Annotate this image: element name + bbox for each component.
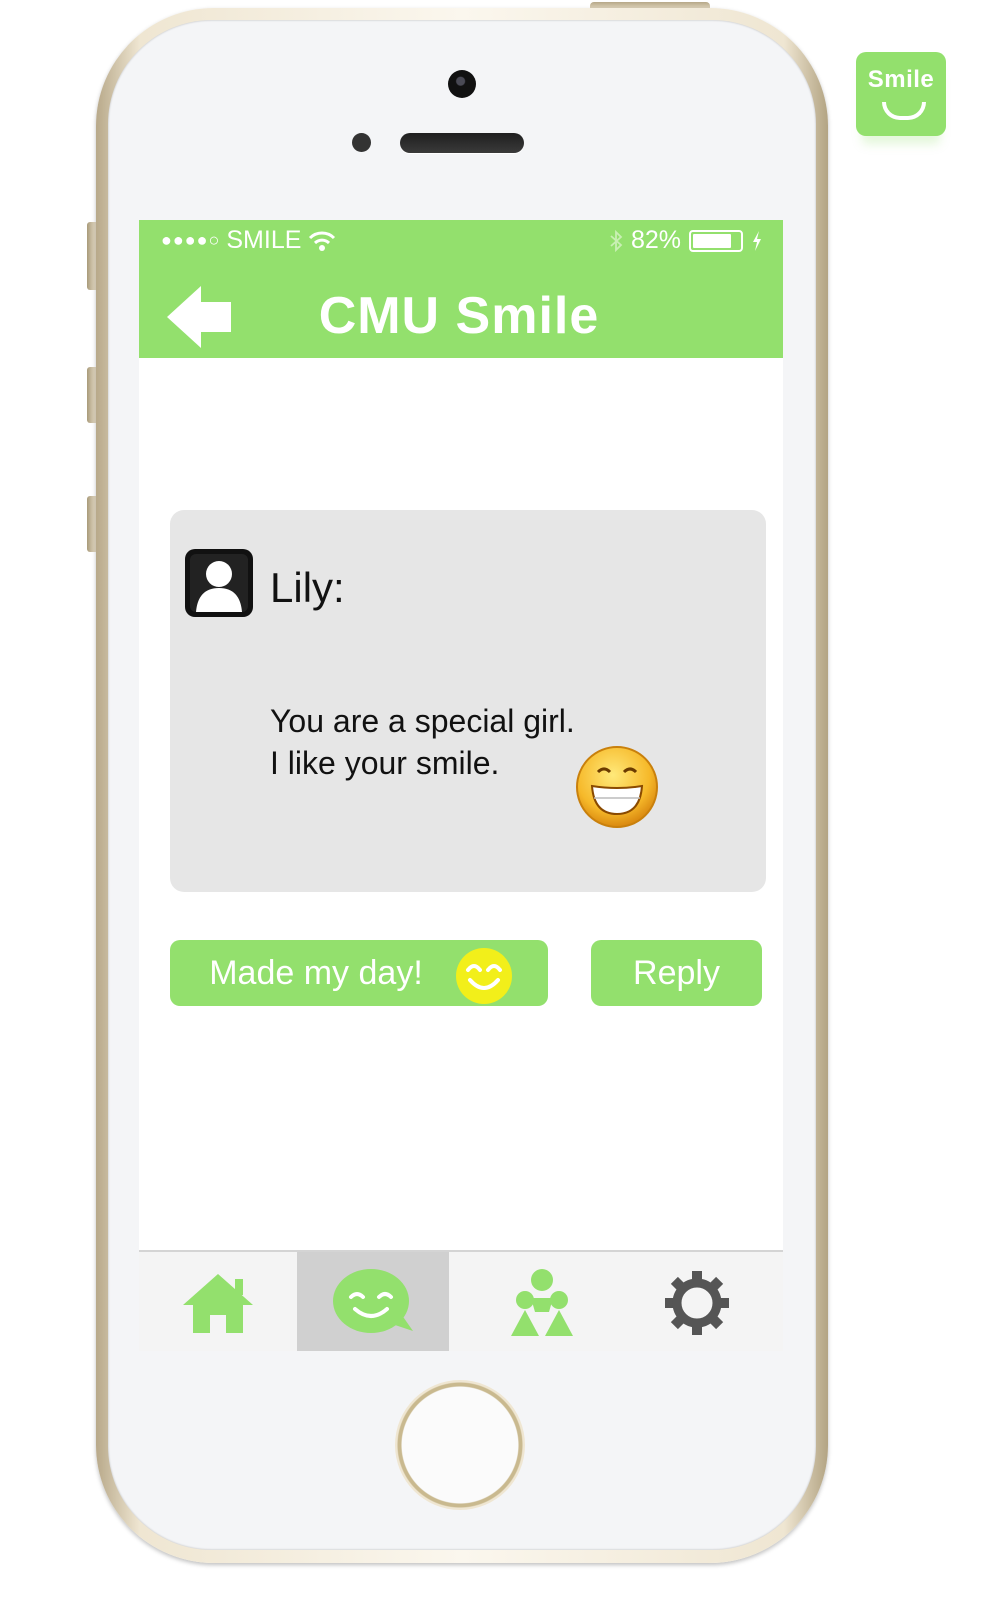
status-right: 82% xyxy=(609,226,763,255)
made-my-day-label: Made my day! xyxy=(209,953,423,992)
message-line-2: I like your smile. xyxy=(270,745,500,781)
smiley-icon xyxy=(456,948,512,1004)
home-button[interactable] xyxy=(395,1380,525,1510)
tab-bar xyxy=(139,1250,783,1351)
reply-button[interactable]: Reply xyxy=(591,940,762,1006)
tab-messages[interactable] xyxy=(297,1252,449,1351)
earpiece-speaker xyxy=(400,133,524,153)
settings-gear-icon xyxy=(665,1270,729,1335)
sender-name: Lily: xyxy=(270,564,345,611)
grinning-face-icon xyxy=(576,746,658,828)
message-card: Lily: You are a special girl. I like you… xyxy=(170,510,766,892)
charging-bolt-icon xyxy=(753,230,761,251)
badge-label: Smile xyxy=(867,66,935,93)
tab-settings[interactable] xyxy=(627,1252,767,1351)
mute-switch xyxy=(87,222,96,290)
volume-up-button xyxy=(87,367,96,423)
front-camera xyxy=(448,70,476,98)
message-line-1: You are a special girl. xyxy=(270,703,575,739)
avatar xyxy=(185,549,253,617)
wifi-icon xyxy=(309,231,336,251)
carrier-info: ●●●●○ SMILE xyxy=(161,226,337,255)
battery-percent: 82% xyxy=(630,226,681,254)
volume-down-button xyxy=(87,496,96,552)
app-screen: ●●●●○ SMILE 82% CMU Smile Lily: You are … xyxy=(139,220,783,1351)
made-my-day-button[interactable]: Made my day! xyxy=(170,940,548,1006)
battery-icon xyxy=(689,229,743,252)
back-arrow-icon xyxy=(167,286,231,348)
home-icon xyxy=(183,1273,253,1333)
bluetooth-icon xyxy=(610,229,623,252)
tab-home[interactable] xyxy=(139,1252,297,1351)
carrier-name: SMILE xyxy=(226,226,302,254)
back-button[interactable] xyxy=(165,282,235,352)
tab-friends[interactable] xyxy=(467,1252,617,1351)
status-bar: ●●●●○ SMILE 82% xyxy=(139,220,783,262)
smile-app-badge: Smile xyxy=(856,52,946,136)
page-title: CMU Smile xyxy=(318,287,600,345)
battery-level-fill xyxy=(693,233,731,248)
signal-strength-icon: ●●●●○ xyxy=(161,230,221,250)
proximity-sensor xyxy=(352,133,371,152)
friends-icon xyxy=(511,1268,573,1336)
smile-chat-icon xyxy=(333,1268,413,1333)
badge-smile-icon xyxy=(882,102,926,120)
message-text: You are a special girl. I like your smil… xyxy=(270,700,575,784)
app-header: ●●●●○ SMILE 82% CMU Smile xyxy=(139,220,783,358)
